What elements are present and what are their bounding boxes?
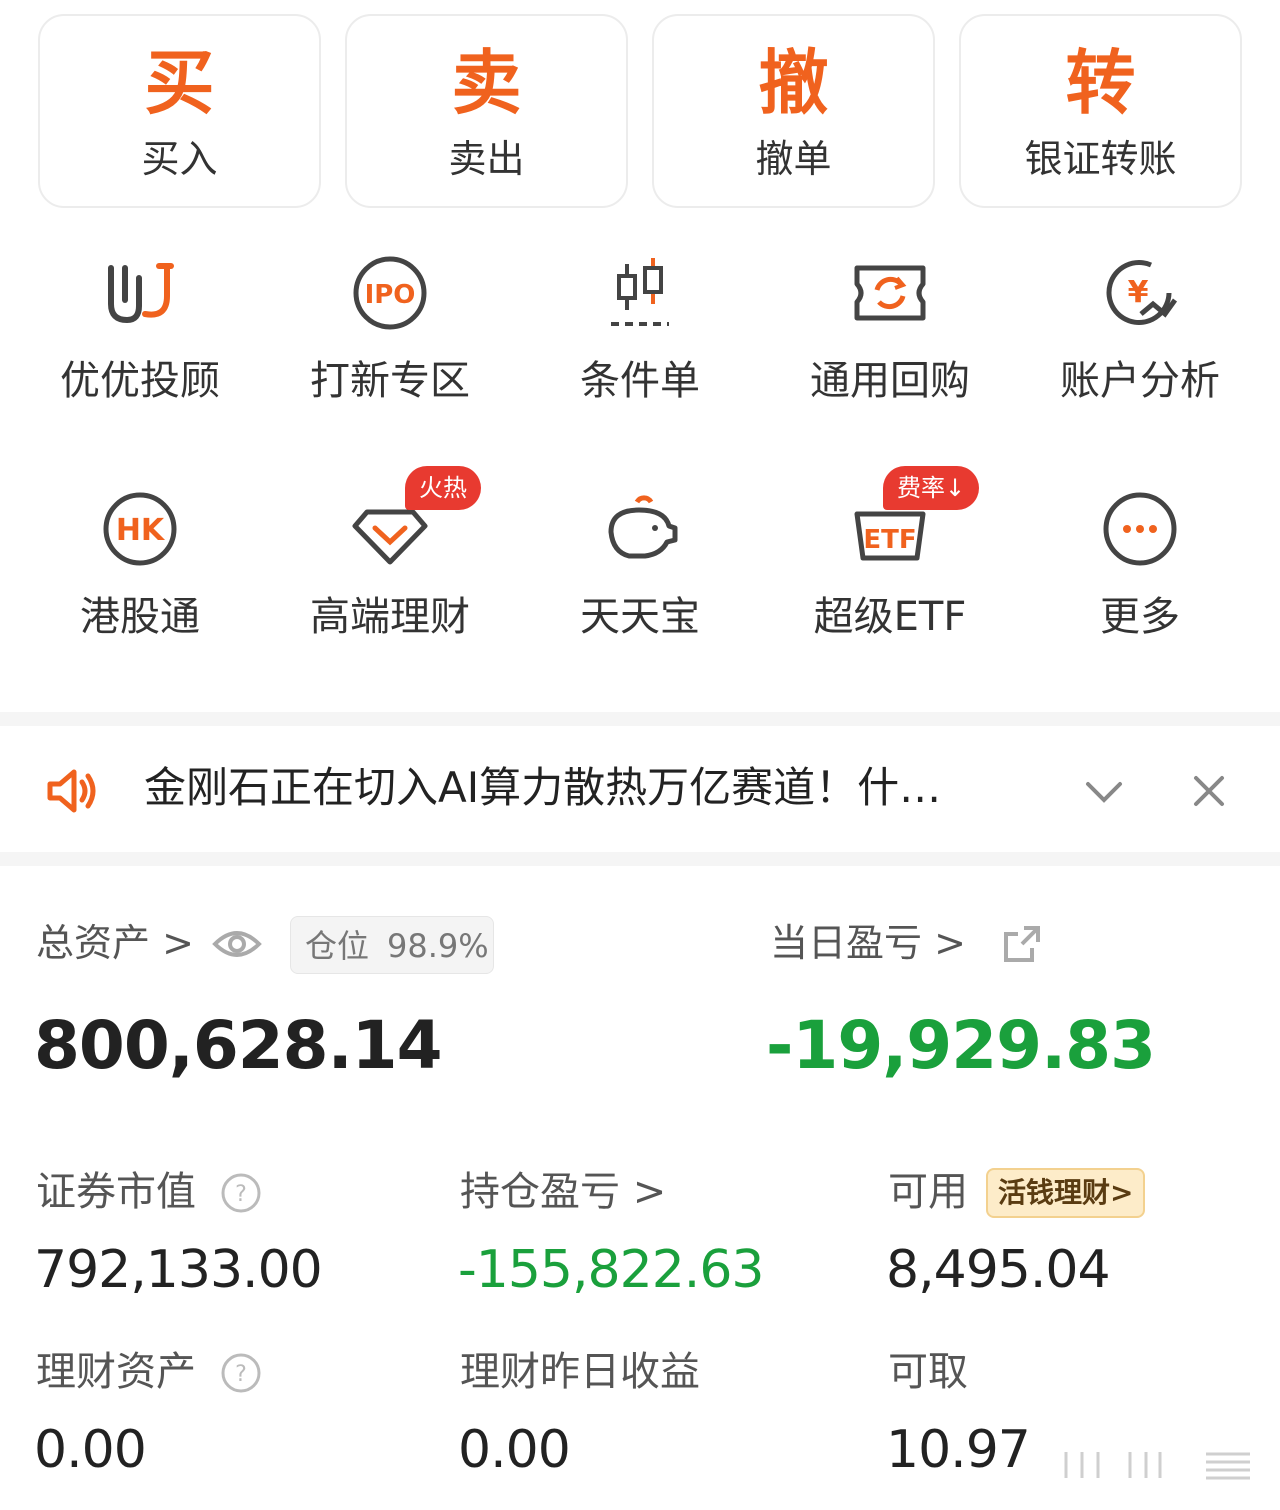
chevron-down-icon[interactable]	[1084, 774, 1124, 808]
more-icon	[1095, 484, 1185, 574]
svg-text:?: ?	[235, 1182, 247, 1207]
svg-text:?: ?	[235, 1362, 247, 1387]
grid-label: 账户分析	[1060, 358, 1220, 404]
svg-text:ETF: ETF	[863, 525, 916, 555]
grid-item-premium-wealth[interactable]: 火热 高端理财	[265, 466, 515, 654]
grid-label: 港股通	[80, 594, 200, 640]
svg-text:IPO: IPO	[365, 280, 416, 310]
svg-text:HK: HK	[116, 513, 166, 548]
cancel-label: 撤单	[755, 137, 832, 181]
trade-button-row: 买 买入 卖 卖出 撤 撤单 转 银证转账	[38, 14, 1242, 208]
grid-item-super-etf[interactable]: 费率↓ ETF 超级ETF	[765, 466, 1015, 654]
total-assets-value: 800,628.14	[34, 1007, 443, 1084]
grid-item-ipo[interactable]: IPO 打新专区	[265, 248, 515, 418]
wealth-yesterday-label: 理财昨日收益	[460, 1349, 700, 1395]
grid-label: 高端理财	[310, 594, 470, 640]
candlestick-icon	[595, 248, 685, 338]
feature-grid-row-2: HK 港股通 火热 高端理财 天天宝 费率↓ ETF 超级ETF 更多	[15, 466, 1265, 654]
buy-button[interactable]: 买 买入	[38, 14, 321, 208]
section-divider	[0, 712, 1280, 726]
wealth-assets-label: 理财资产	[36, 1349, 196, 1395]
eye-icon[interactable]	[212, 924, 262, 964]
sell-button[interactable]: 卖 卖出	[345, 14, 628, 208]
yuan-chart-icon: ¥	[1095, 248, 1185, 338]
grid-item-repurchase[interactable]: 通用回购	[765, 248, 1015, 418]
grid-item-conditional-order[interactable]: 条件单	[515, 248, 765, 418]
buy-glyph: 买	[144, 42, 215, 124]
hot-tag: 火热	[405, 466, 481, 510]
grid-label: 条件单	[580, 358, 700, 404]
grid-item-uu-advisor[interactable]: 优优投顾	[15, 248, 265, 418]
svg-text:¥: ¥	[1128, 275, 1149, 310]
help-icon[interactable]: ?	[220, 1352, 262, 1394]
daily-pl-label[interactable]: 当日盈亏 >	[770, 918, 966, 968]
holding-pl-value: -155,822.63	[458, 1240, 764, 1300]
feature-grid-row-1: 优优投顾 IPO 打新专区 条件单 通用回购 ¥ 账户分析	[15, 248, 1265, 418]
help-icon[interactable]: ?	[220, 1172, 262, 1214]
fee-down-tag: 费率↓	[883, 466, 980, 510]
sell-glyph: 卖	[451, 42, 522, 124]
daily-pl-value: -19,929.83	[766, 1007, 1156, 1084]
available-value: 8,495.04	[886, 1240, 1111, 1300]
cancel-order-button[interactable]: 撤 撤单	[652, 14, 935, 208]
flexible-wealth-badge[interactable]: 活钱理财>	[986, 1168, 1146, 1218]
market-value: 792,133.00	[34, 1240, 323, 1300]
grid-label: 优优投顾	[60, 358, 220, 404]
bank-transfer-button[interactable]: 转 银证转账	[959, 14, 1242, 208]
grid-item-tiantianbao[interactable]: 天天宝	[515, 484, 765, 654]
wealth-assets-value: 0.00	[34, 1420, 147, 1480]
available-label: 可用	[888, 1169, 968, 1215]
grid-label: 天天宝	[580, 594, 700, 640]
buy-label: 买入	[141, 137, 218, 181]
position-label: 仓位	[305, 927, 370, 965]
piggy-bank-icon	[595, 484, 685, 574]
transfer-label: 银证转账	[1024, 137, 1177, 181]
withdrawable-value: 10.97	[886, 1420, 1031, 1480]
repurchase-icon	[845, 248, 935, 338]
position-badge: 仓位 98.9%	[290, 916, 494, 974]
grid-label: 通用回购	[810, 358, 970, 404]
market-value-label: 证券市值	[36, 1169, 196, 1215]
ipo-icon: IPO	[345, 248, 435, 338]
share-icon[interactable]	[1002, 924, 1042, 964]
section-divider	[0, 852, 1280, 866]
grid-item-hk-connect[interactable]: HK 港股通	[15, 484, 265, 654]
total-assets-label[interactable]: 总资产 >	[36, 918, 194, 968]
wealth-yesterday-value: 0.00	[458, 1420, 571, 1480]
position-value: 98.9%	[387, 927, 489, 965]
grid-label: 更多	[1100, 594, 1180, 640]
grid-label: 打新专区	[310, 358, 470, 404]
grid-item-more[interactable]: 更多	[1015, 484, 1265, 654]
grid-item-account-analysis[interactable]: ¥ 账户分析	[1015, 248, 1265, 418]
grid-label: 超级ETF	[813, 594, 967, 640]
hk-icon: HK	[95, 484, 185, 574]
cancel-glyph: 撤	[758, 42, 829, 124]
close-icon[interactable]	[1190, 772, 1228, 810]
notice-text[interactable]: 金刚石正在切入AI算力散热万亿赛道！什…	[144, 756, 1024, 820]
notice-bar[interactable]: 金刚石正在切入AI算力散热万亿赛道！什…	[0, 728, 1280, 850]
withdrawable-label: 可取	[888, 1349, 968, 1395]
speaker-icon	[47, 769, 96, 813]
transfer-glyph: 转	[1065, 42, 1136, 124]
holding-pl-label[interactable]: 持仓盈亏 >	[460, 1166, 666, 1218]
uu-advisor-icon	[95, 248, 185, 338]
sell-label: 卖出	[448, 137, 525, 181]
watermark-graphic	[1064, 1452, 1250, 1480]
